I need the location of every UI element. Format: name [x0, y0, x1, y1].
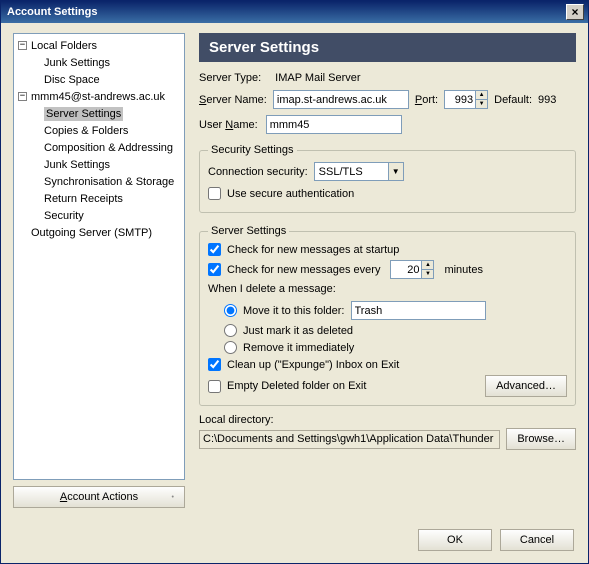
tree-item-account[interactable]: − mmm45@st-andrews.ac.uk — [14, 88, 184, 105]
username-label: User Name: — [199, 119, 258, 131]
close-icon: × — [571, 6, 578, 18]
server-type-value: IMAP Mail Server — [275, 72, 360, 84]
port-input[interactable] — [445, 91, 475, 108]
secure-auth-checkbox[interactable]: Use secure authentication — [208, 187, 567, 200]
delete-remove-radio[interactable]: Remove it immediately — [208, 341, 567, 354]
title-bar: Account Settings × — [1, 1, 588, 23]
expunge-checkbox[interactable]: Clean up ("Expunge") Inbox on Exit — [208, 358, 567, 371]
server-settings-legend: Server Settings — [208, 225, 289, 237]
trash-folder-input[interactable] — [351, 301, 486, 320]
server-type-label: Server Type: — [199, 72, 261, 84]
check-every-input[interactable] — [391, 261, 421, 278]
secure-auth-label: Use secure authentication — [227, 188, 354, 200]
advanced-button[interactable]: Advanced… — [485, 375, 567, 397]
port-spinner[interactable]: ▲▼ — [444, 90, 488, 109]
collapse-icon[interactable]: − — [18, 92, 27, 101]
default-port-label: Default: — [494, 94, 532, 106]
settings-panel: Server Settings Server Type: IMAP Mail S… — [199, 33, 576, 508]
tree-item-sync[interactable]: Synchronisation & Storage — [14, 173, 184, 190]
local-dir-value: C:\Documents and Settings\gwh1\Applicati… — [199, 430, 500, 449]
tree-item-return-receipts[interactable]: Return Receipts — [14, 190, 184, 207]
account-actions-button[interactable]: Account Actions — [13, 486, 185, 508]
port-label: Port: — [415, 94, 438, 106]
spin-up-icon[interactable]: ▲ — [421, 261, 433, 270]
server-settings-group: Server Settings Check for new messages a… — [199, 225, 576, 406]
tree-item-lf-disc[interactable]: Disc Space — [14, 71, 184, 88]
account-actions-label: Account Actions — [60, 491, 138, 503]
browse-button[interactable]: Browse… — [506, 428, 576, 450]
empty-deleted-checkbox[interactable]: Empty Deleted folder on Exit — [208, 380, 366, 393]
close-button[interactable]: × — [566, 4, 584, 20]
security-legend: Security Settings — [208, 144, 297, 156]
username-input[interactable] — [266, 115, 402, 134]
connection-security-label: Connection security: — [208, 166, 308, 178]
tree-item-lf-junk[interactable]: Junk Settings — [14, 54, 184, 71]
spin-down-icon[interactable]: ▼ — [475, 100, 487, 108]
delete-move-radio[interactable]: Move it to this folder: — [208, 301, 567, 320]
delete-mark-radio[interactable]: Just mark it as deleted — [208, 324, 567, 337]
tree-item-local-folders[interactable]: − Local Folders — [14, 37, 184, 54]
local-dir-label: Local directory: — [199, 414, 274, 426]
server-name-input[interactable] — [273, 90, 409, 109]
tree-item-junk[interactable]: Junk Settings — [14, 156, 184, 173]
connection-security-value: SSL/TLS — [319, 166, 363, 178]
server-name-label: Server Name: — [199, 94, 267, 106]
when-delete-label: When I delete a message: — [208, 283, 336, 295]
tree-item-server-settings[interactable]: Server Settings — [14, 105, 184, 122]
spin-down-icon[interactable]: ▼ — [421, 270, 433, 278]
ok-button[interactable]: OK — [418, 529, 492, 551]
window-title: Account Settings — [7, 1, 97, 23]
check-startup-checkbox[interactable]: Check for new messages at startup — [208, 243, 567, 256]
connection-security-select[interactable]: SSL/TLS ▼ — [314, 162, 404, 181]
tree-item-smtp[interactable]: Outgoing Server (SMTP) — [14, 224, 184, 241]
cancel-button[interactable]: Cancel — [500, 529, 574, 551]
tree-item-security[interactable]: Security — [14, 207, 184, 224]
collapse-icon[interactable]: − — [18, 41, 27, 50]
spin-up-icon[interactable]: ▲ — [475, 91, 487, 100]
check-every-checkbox[interactable]: Check for new messages every ▲▼ minutes — [208, 260, 567, 279]
security-settings-group: Security Settings Connection security: S… — [199, 144, 576, 213]
dropdown-icon[interactable]: ▼ — [388, 163, 403, 180]
tree-item-composition[interactable]: Composition & Addressing — [14, 139, 184, 156]
default-port-value: 993 — [538, 94, 556, 106]
account-tree[interactable]: − Local Folders Junk Settings Disc Space… — [13, 33, 185, 480]
tree-item-copies[interactable]: Copies & Folders — [14, 122, 184, 139]
check-every-spinner[interactable]: ▲▼ — [390, 260, 434, 279]
panel-heading: Server Settings — [199, 33, 576, 62]
